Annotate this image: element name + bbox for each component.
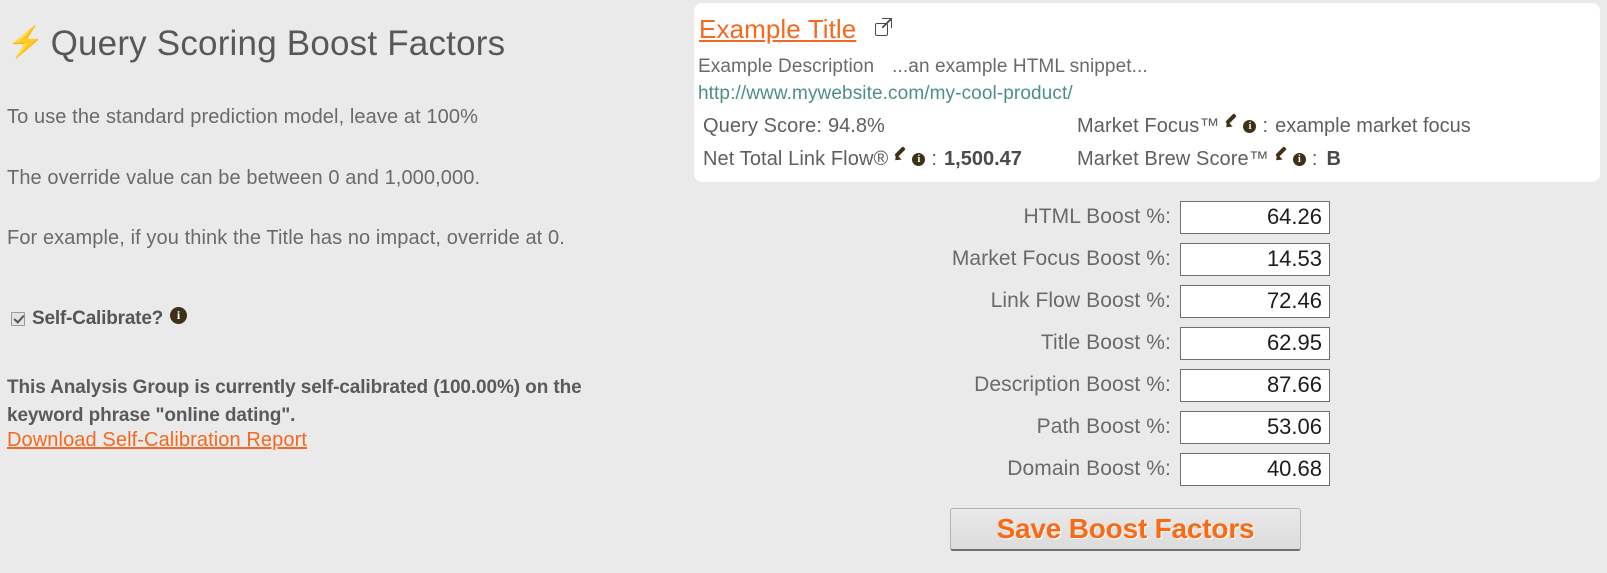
metric-label: Market Focus™ xyxy=(1077,115,1220,137)
bolt-icon: ⚡ xyxy=(7,26,45,59)
metric-value: example market focus xyxy=(1275,115,1471,137)
description-boost-label: Description Boost %: xyxy=(974,373,1171,396)
serp-snippet-text: ...an example HTML snippet... xyxy=(892,56,1148,77)
boost-row-link-flow: Link Flow Boost %: xyxy=(900,280,1330,322)
boost-factors-form: HTML Boost %: Market Focus Boost %: Link… xyxy=(900,196,1330,490)
boost-row-market-focus: Market Focus Boost %: xyxy=(900,238,1330,280)
self-calibrate-row[interactable]: Self-Calibrate? i xyxy=(11,306,188,330)
save-boost-factors-button[interactable]: Save Boost Factors xyxy=(950,508,1301,551)
boost-row-description: Description Boost %: xyxy=(900,364,1330,406)
title-boost-input[interactable] xyxy=(1180,326,1330,360)
html-boost-label: HTML Boost %: xyxy=(1023,205,1171,228)
domain-boost-input[interactable] xyxy=(1180,452,1330,486)
metric-query-score: Query Score: 94.8% xyxy=(703,115,1077,138)
serp-description: Example Description ...an example HTML sn… xyxy=(698,56,1148,78)
calibration-status-text: This Analysis Group is currently self-ca… xyxy=(7,377,582,426)
intro-line-3: For example, if you think the Title has … xyxy=(7,227,565,249)
boost-row-title: Title Boost %: xyxy=(900,322,1330,364)
metric-separator: : xyxy=(1262,115,1269,137)
info-icon[interactable]: i xyxy=(1292,153,1306,166)
metric-label: Net Total Link Flow® xyxy=(703,148,889,170)
external-link-icon[interactable] xyxy=(875,18,893,36)
edit-pencil-icon[interactable] xyxy=(1274,148,1288,162)
self-calibrate-info-icon[interactable]: i xyxy=(170,306,188,324)
boost-row-html: HTML Boost %: xyxy=(900,196,1330,238)
metrics-grid: Query Score: 94.8% Market Focus™ i : exa… xyxy=(703,115,1593,181)
info-icon[interactable]: i xyxy=(912,153,926,166)
metric-value: B xyxy=(1326,148,1341,170)
description-boost-input[interactable] xyxy=(1180,368,1330,402)
metric-market-brew-score: Market Brew Score™ i : B xyxy=(1077,148,1341,171)
metric-separator: : xyxy=(1311,148,1318,170)
metric-value: 94.8% xyxy=(828,115,885,137)
html-boost-input[interactable] xyxy=(1180,200,1330,234)
serp-description-text: Example Description xyxy=(698,56,875,77)
boost-row-path: Path Boost %: xyxy=(900,406,1330,448)
download-self-calibration-report-link[interactable]: Download Self-Calibration Report xyxy=(7,429,307,452)
metric-value: 1,500.47 xyxy=(944,148,1022,170)
boost-row-domain: Domain Boost %: xyxy=(900,448,1330,490)
self-calibrate-checkbox[interactable] xyxy=(11,312,25,326)
serp-title-row: Example Title xyxy=(699,14,893,45)
self-calibrate-label: Self-Calibrate? xyxy=(32,308,164,329)
intro-line-2: The override value can be between 0 and … xyxy=(7,167,481,189)
title-boost-label: Title Boost %: xyxy=(1040,331,1171,354)
metric-market-focus: Market Focus™ i : example market focus xyxy=(1077,115,1471,138)
domain-boost-label: Domain Boost %: xyxy=(1007,457,1171,480)
serp-title-link[interactable]: Example Title xyxy=(699,14,856,45)
edit-pencil-icon[interactable] xyxy=(1224,115,1238,129)
path-boost-label: Path Boost %: xyxy=(1036,415,1171,438)
metric-separator: : xyxy=(931,148,938,170)
link-flow-boost-label: Link Flow Boost %: xyxy=(990,289,1171,312)
page-title: ⚡ Query Scoring Boost Factors xyxy=(7,24,505,64)
left-panel: ⚡ Query Scoring Boost Factors To use the… xyxy=(0,0,680,573)
serp-preview-card: Example Title Example Description ...an e… xyxy=(694,3,1600,182)
metric-label: Market Brew Score™ xyxy=(1077,148,1269,170)
metric-label: Query Score: xyxy=(703,115,823,137)
metric-net-total-link-flow: Net Total Link Flow® i : 1,500.47 xyxy=(703,148,1077,171)
link-flow-boost-input[interactable] xyxy=(1180,284,1330,318)
info-icon[interactable]: i xyxy=(1243,120,1257,133)
intro-line-1: To use the standard prediction model, le… xyxy=(7,106,478,128)
market-focus-boost-label: Market Focus Boost %: xyxy=(951,247,1171,270)
metric-row: Query Score: 94.8% Market Focus™ i : exa… xyxy=(703,115,1593,148)
metric-row: Net Total Link Flow® i : 1,500.47 Market… xyxy=(703,148,1593,181)
path-boost-input[interactable] xyxy=(1180,410,1330,444)
page-title-text: Query Scoring Boost Factors xyxy=(50,24,506,63)
serp-url[interactable]: http://www.mywebsite.com/my-cool-product… xyxy=(698,83,1073,105)
edit-pencil-icon[interactable] xyxy=(893,148,907,162)
market-focus-boost-input[interactable] xyxy=(1180,242,1330,276)
